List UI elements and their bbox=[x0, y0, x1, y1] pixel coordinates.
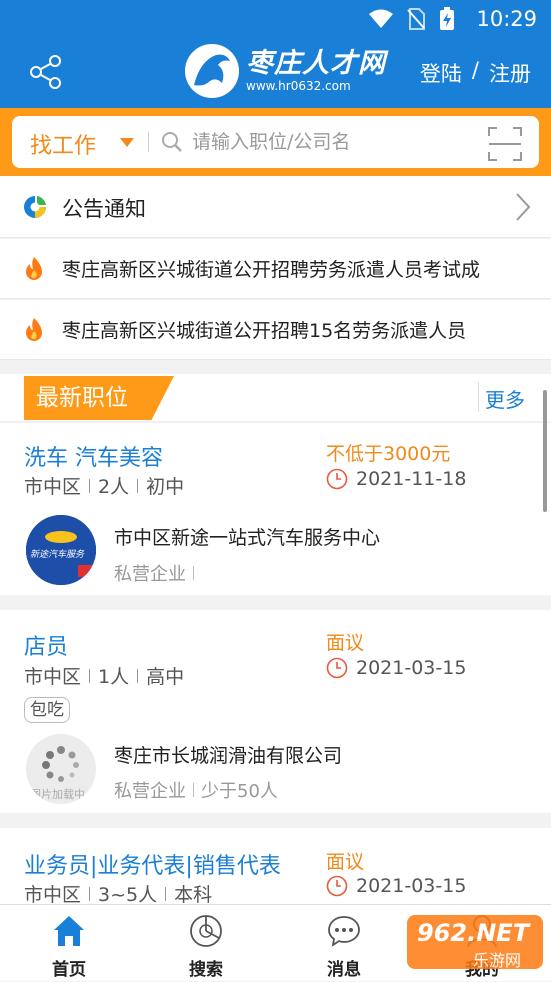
job-location: 市中区 bbox=[24, 476, 82, 498]
horse-logo-icon bbox=[185, 44, 239, 98]
chevron-down-icon[interactable] bbox=[120, 138, 134, 147]
job-card[interactable]: 店员 面议 市中区 1人 高中 2021-03-15 包吃 图片加载中 枣庄市长… bbox=[0, 610, 551, 813]
app-header: 枣庄人才网 www.hr0632.com 登陆 / 注册 bbox=[0, 38, 551, 108]
site-logo: 枣庄人才网 www.hr0632.com bbox=[182, 41, 386, 101]
job-location: 市中区 bbox=[24, 884, 82, 906]
tab-home[interactable]: 首页 bbox=[14, 905, 124, 982]
fire-icon bbox=[26, 318, 42, 341]
job-date-row: 2021-03-15 bbox=[326, 875, 466, 897]
clock-icon bbox=[326, 657, 348, 679]
scrollbar[interactable] bbox=[543, 390, 547, 512]
no-sim-icon bbox=[407, 8, 425, 30]
job-salary: 面议 bbox=[326, 632, 365, 654]
more-divider bbox=[478, 382, 479, 412]
company-logo-text: 图片加载中 bbox=[30, 788, 85, 801]
latest-jobs-header: 最新职位 更多 bbox=[0, 374, 551, 422]
wifi-icon bbox=[369, 9, 393, 28]
news-text: 枣庄高新区兴城街道公开招聘15名劳务派遣人员 bbox=[62, 320, 467, 342]
bottom-nav: 首页 搜索 消息 我的 962.NET 乐游网 bbox=[0, 904, 551, 981]
news-text: 枣庄高新区兴城街道公开招聘劳务派遣人员考试成 bbox=[62, 259, 481, 281]
notice-icon bbox=[24, 196, 46, 218]
search-input[interactable] bbox=[192, 126, 462, 158]
site-url: www.hr0632.com bbox=[246, 79, 351, 93]
share-icon[interactable] bbox=[28, 54, 64, 90]
job-meta: 市中区 1人 高中 bbox=[24, 662, 184, 689]
company-meta: 私营企业 bbox=[114, 560, 201, 586]
search-bar-container: 找工作 bbox=[0, 108, 551, 176]
battery-charging-icon bbox=[440, 7, 454, 30]
tab-search[interactable]: 搜索 bbox=[151, 905, 261, 982]
news-item[interactable]: 枣庄高新区兴城街道公开招聘15名劳务派遣人员 bbox=[0, 300, 551, 360]
search-divider bbox=[148, 132, 149, 152]
job-meta: 市中区 2人 初中 bbox=[24, 472, 184, 499]
company-meta: 私营企业 少于50人 bbox=[114, 777, 278, 803]
job-card[interactable]: 洗车 汽车美容 不低于3000元 市中区 2人 初中 2021-11-18 新途… bbox=[0, 423, 551, 595]
search-icon bbox=[162, 132, 182, 152]
notice-bar[interactable]: 公告通知 bbox=[0, 176, 551, 238]
job-count: 2人 bbox=[98, 476, 130, 498]
tab-messages[interactable]: 消息 bbox=[289, 905, 399, 982]
job-salary: 不低于3000元 bbox=[326, 443, 451, 465]
watermark-sub: 乐游网 bbox=[473, 951, 522, 970]
company-name[interactable]: 市中区新途一站式汽车服务中心 bbox=[114, 523, 380, 550]
job-count: 1人 bbox=[98, 666, 130, 688]
job-title[interactable]: 店员 bbox=[24, 629, 68, 661]
auth-divider: / bbox=[471, 58, 479, 82]
tab-messages-label: 消息 bbox=[327, 960, 361, 980]
job-education: 初中 bbox=[146, 476, 185, 498]
tab-search-label: 搜索 bbox=[189, 960, 223, 980]
job-meta: 市中区 3~5人 本科 bbox=[24, 880, 212, 907]
job-card[interactable]: 业务员|业务代表|销售代表 面议 市中区 3~5人 本科 2021-03-15 bbox=[0, 828, 551, 907]
job-count: 3~5人 bbox=[98, 884, 158, 906]
pie-chart-icon bbox=[190, 915, 222, 947]
watermark-text: 962.NET bbox=[417, 919, 530, 947]
company-logo[interactable]: 图片加载中 bbox=[26, 734, 96, 804]
job-date-row: 2021-11-18 bbox=[326, 468, 466, 490]
tab-home-label: 首页 bbox=[52, 960, 86, 980]
search-category-select[interactable]: 找工作 bbox=[30, 128, 96, 160]
clock-icon bbox=[326, 468, 348, 490]
status-icons bbox=[369, 7, 455, 31]
clock-icon bbox=[326, 875, 348, 897]
chat-icon bbox=[328, 916, 360, 947]
perk-badge: 包吃 bbox=[24, 697, 70, 723]
more-link[interactable]: 更多 bbox=[485, 384, 525, 413]
company-name[interactable]: 枣庄市长城润滑油有限公司 bbox=[114, 741, 342, 768]
latest-jobs-title: 最新职位 bbox=[24, 376, 174, 420]
site-name: 枣庄人才网 bbox=[246, 48, 386, 79]
news-item[interactable]: 枣庄高新区兴城街道公开招聘劳务派遣人员考试成 bbox=[0, 239, 551, 299]
job-title[interactable]: 业务员|业务代表|销售代表 bbox=[24, 848, 281, 880]
job-education: 高中 bbox=[146, 666, 185, 688]
job-location: 市中区 bbox=[24, 666, 82, 688]
status-time: 10:29 bbox=[476, 7, 537, 31]
auth-links: 登陆 / 注册 bbox=[420, 58, 531, 88]
company-size: 少于50人 bbox=[201, 781, 278, 802]
job-salary: 面议 bbox=[326, 851, 365, 873]
watermark: 962.NET 乐游网 bbox=[407, 911, 543, 973]
job-date-row: 2021-03-15 bbox=[326, 657, 466, 679]
status-bar: 10:29 bbox=[0, 0, 551, 38]
search-box: 找工作 bbox=[12, 116, 539, 168]
job-date: 2021-03-15 bbox=[356, 657, 467, 679]
job-date: 2021-11-18 bbox=[356, 468, 467, 490]
fire-icon bbox=[26, 257, 42, 280]
company-type: 私营企业 bbox=[114, 564, 186, 585]
login-link[interactable]: 登陆 bbox=[420, 58, 462, 88]
scan-icon[interactable] bbox=[487, 126, 523, 162]
notice-title: 公告通知 bbox=[62, 197, 146, 221]
company-type: 私营企业 bbox=[114, 781, 186, 802]
chevron-right-icon[interactable] bbox=[513, 192, 533, 222]
job-title[interactable]: 洗车 汽车美容 bbox=[24, 440, 163, 472]
company-logo-text: 新途汽车服务 bbox=[30, 550, 85, 560]
job-education: 本科 bbox=[174, 884, 213, 906]
register-link[interactable]: 注册 bbox=[489, 58, 531, 88]
job-date: 2021-03-15 bbox=[356, 875, 467, 897]
company-logo[interactable]: 新途汽车服务 bbox=[26, 515, 96, 585]
home-icon bbox=[54, 916, 84, 946]
